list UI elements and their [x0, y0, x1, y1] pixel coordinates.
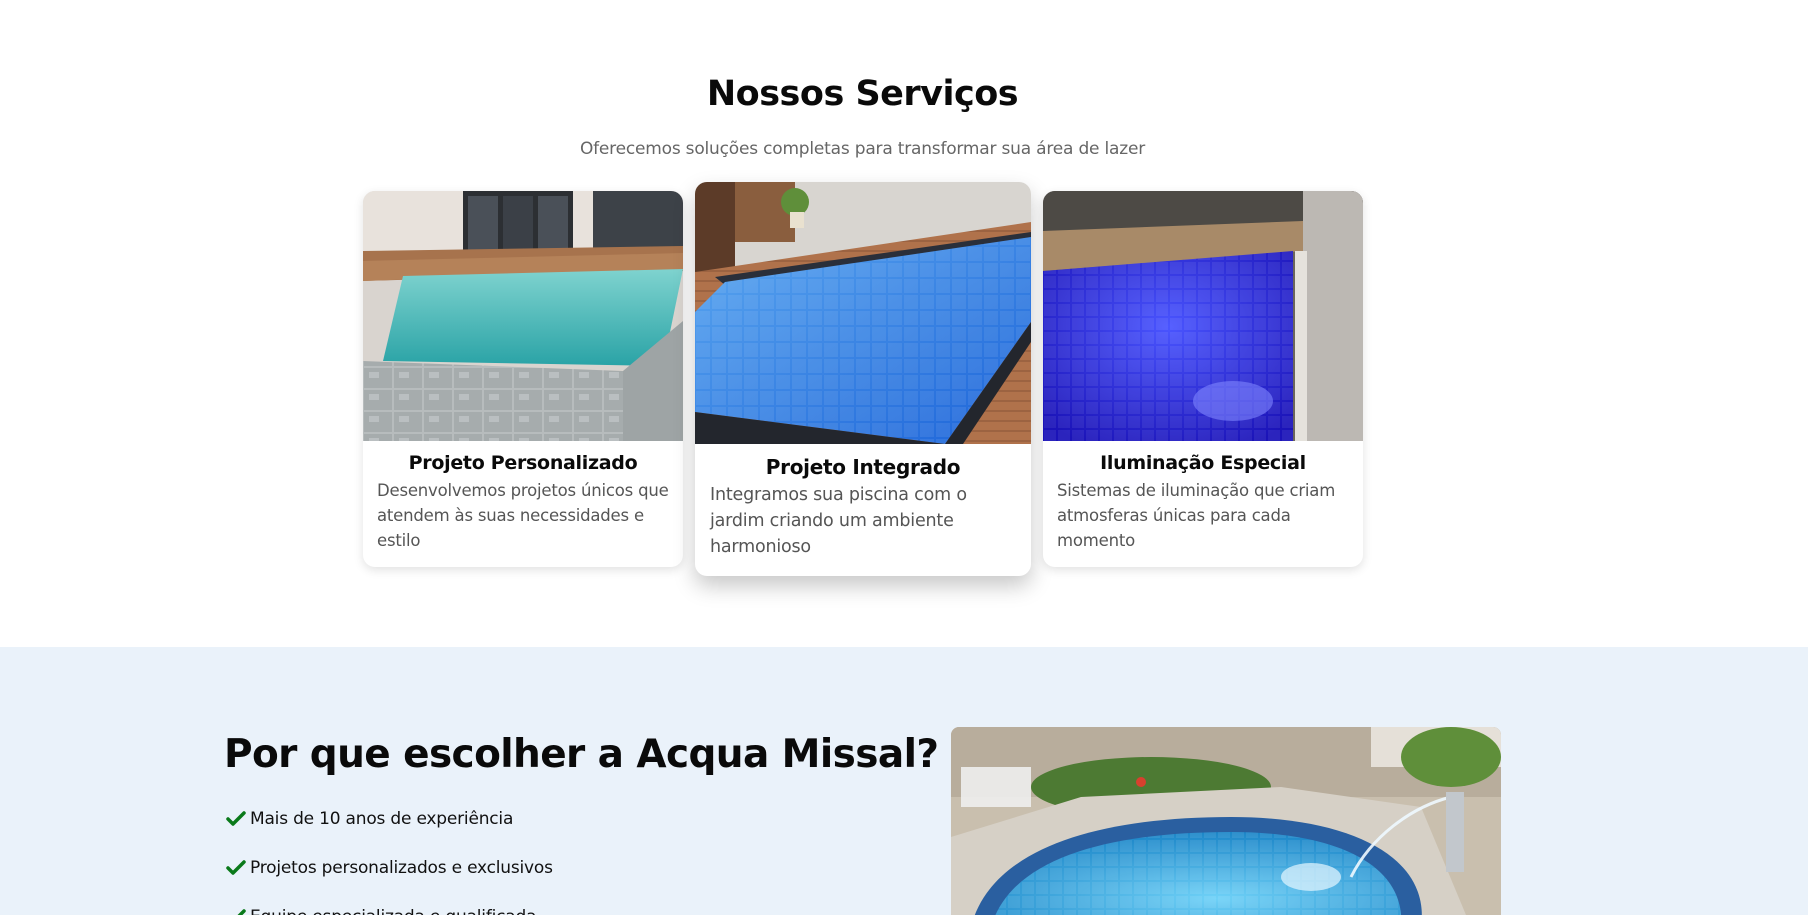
check-icon: [237, 909, 246, 915]
service-card-custom-project[interactable]: Projeto Personalizado Desenvolvemos proj…: [363, 191, 683, 567]
list-item: Equipe especializada e qualificada: [224, 905, 553, 915]
card-description: Integramos sua piscina com o jardim cria…: [710, 485, 967, 557]
service-image-lit-pool: [1043, 191, 1363, 441]
list-item: Projetos personalizados e exclusivos: [224, 856, 553, 905]
pool-with-fountain-image: [951, 727, 1501, 915]
benefits-list: Mais de 10 anos de experiência Projetos …: [224, 807, 553, 915]
page: Nossos Serviços Oferecemos soluções comp…: [0, 0, 1808, 915]
services-subtitle: Oferecemos soluções completas para trans…: [579, 139, 1146, 159]
check-icon: [226, 811, 246, 826]
why-choose-us-section: Por que escolher a Acqua Missal? Mais de…: [0, 647, 1808, 915]
service-image-blue-pool-deck: [695, 182, 1031, 444]
services-section: Nossos Serviços Oferecemos soluções comp…: [0, 0, 1808, 647]
benefit-text: Mais de 10 anos de experiência: [250, 809, 514, 829]
services-title: Nossos Serviços: [706, 74, 1019, 114]
card-title: Projeto Personalizado: [408, 452, 638, 474]
card-title: Iluminação Especial: [1100, 452, 1306, 474]
card-description: Desenvolvemos projetos únicos que atende…: [377, 481, 669, 550]
list-item: Mais de 10 anos de experiência: [224, 807, 553, 856]
benefit-text: Equipe especializada e qualificada: [250, 907, 537, 915]
card-title: Projeto Integrado: [765, 455, 961, 479]
card-description: Sistemas de iluminação que criam atmosfe…: [1057, 481, 1336, 550]
service-image-teal-pool: [363, 191, 683, 441]
why-title: Por que escolher a Acqua Missal?: [224, 732, 939, 777]
service-card-integrated-project[interactable]: Projeto Integrado Integramos sua piscina…: [695, 182, 1031, 576]
service-card-special-lighting[interactable]: Iluminação Especial Sistemas de iluminaç…: [1043, 191, 1363, 567]
benefit-text: Projetos personalizados e exclusivos: [250, 858, 553, 878]
check-icon: [226, 860, 246, 875]
